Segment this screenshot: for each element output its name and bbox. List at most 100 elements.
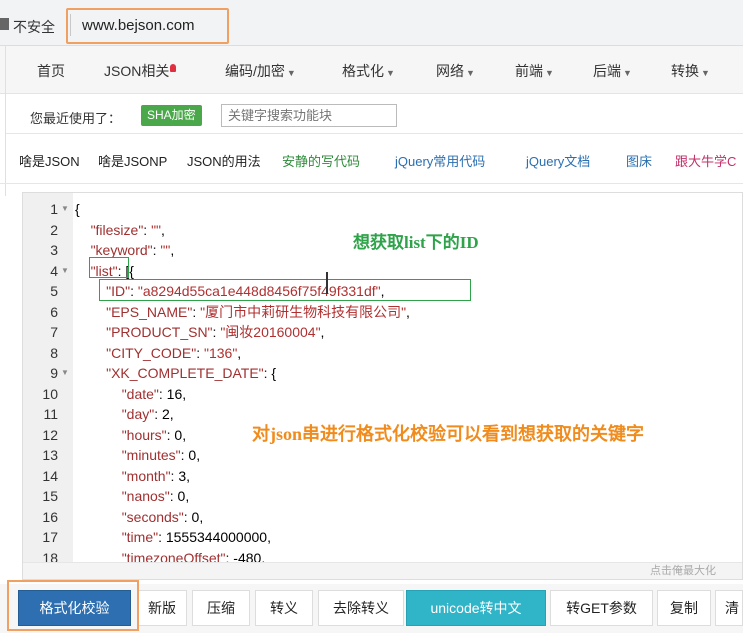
annotation-get-id: 想获取list下的ID: [353, 233, 479, 252]
nav-label: 前端: [515, 63, 543, 79]
code-line: 7 "PRODUCT_SN": "闽妆20160004",: [23, 322, 742, 343]
code-line: 6 "EPS_NAME": "厦门市中莉研生物科技有限公司",: [23, 302, 742, 323]
code-line: 16 "seconds": 0,: [23, 507, 742, 528]
horizontal-scrollbar[interactable]: [23, 562, 742, 579]
quick-link[interactable]: 跟大牛学C: [675, 151, 736, 170]
text-cursor: [326, 272, 328, 294]
code-text: "filesize": "",: [90, 221, 165, 238]
annotation-format-check: 对json串进行格式化校验可以看到想获取的关键字: [252, 424, 645, 444]
code-text: "EPS_NAME": "厦门市中莉研生物科技有限公司",: [106, 303, 410, 320]
line-number: 17: [42, 529, 58, 545]
line-number: 2: [50, 221, 58, 238]
escape-button[interactable]: 转义: [255, 590, 313, 626]
code-line: 4 ▼ "list": [{: [23, 261, 742, 282]
line-number: 3: [50, 242, 58, 258]
main-nav: 首页 JSON相关 编码/加密 ▼ 格式化 ▼ 网络 ▼ 前端 ▼ 后端 ▼ 转换 ▼: [0, 46, 743, 94]
nav-item-convert[interactable]: 转换 ▼: [671, 61, 710, 81]
recent-badge[interactable]: SHA加密: [141, 105, 202, 126]
code-line: 9 ▼ "XK_COMPLETE_DATE": {: [23, 363, 742, 384]
fold-toggle-icon[interactable]: ▼: [61, 199, 69, 220]
code-line: 10 "date": 16,: [23, 384, 742, 405]
line-number: 1: [50, 201, 58, 217]
compress-button[interactable]: 压缩: [192, 590, 250, 626]
nav-label: 首页: [37, 63, 65, 79]
nav-label: JSON相关: [104, 63, 170, 79]
line-number: 8: [50, 344, 58, 361]
nav-label: 格式化: [342, 63, 384, 79]
info-icon[interactable]: [0, 18, 9, 30]
code-text: "month": 3,: [121, 467, 191, 484]
list-key-highlight: [89, 257, 129, 278]
nav-item-home[interactable]: 首页: [37, 61, 65, 81]
code-line: 14 "month": 3,: [23, 466, 742, 487]
clear-button[interactable]: 清: [715, 590, 743, 626]
line-number: 10: [42, 385, 58, 402]
code-line: 17 "time": 1555344000000,: [23, 527, 742, 548]
security-label[interactable]: 不安全: [13, 17, 55, 37]
maximize-hint[interactable]: 点击俺最大化: [650, 562, 716, 578]
new-version-button[interactable]: 新版: [137, 590, 187, 626]
line-number: 16: [42, 508, 58, 525]
unicode-to-chinese-button[interactable]: unicode转中文: [406, 590, 546, 626]
line-number: 15: [42, 488, 58, 504]
code-text: "time": 1555344000000,: [121, 529, 271, 545]
chevron-down-icon: ▼: [623, 68, 632, 78]
nav-item-frontend[interactable]: 前端 ▼: [515, 61, 554, 81]
chevron-down-icon: ▼: [386, 68, 395, 78]
to-get-params-button[interactable]: 转GET参数: [550, 590, 653, 626]
line-number: 6: [50, 303, 58, 320]
code-line: 1 ▼ {: [23, 199, 742, 220]
unescape-button[interactable]: 去除转义: [318, 590, 404, 626]
search-input[interactable]: [221, 104, 397, 127]
chevron-down-icon: ▼: [466, 68, 475, 78]
nav-label: 编码/加密: [225, 63, 285, 79]
line-number: 9: [50, 365, 58, 381]
line-number: 12: [42, 426, 58, 443]
code-text: "date": 16,: [121, 385, 187, 402]
chevron-down-icon: ▼: [286, 68, 296, 78]
code-text: "PRODUCT_SN": "闽妆20160004",: [106, 324, 325, 340]
code-text: "seconds": 0,: [121, 508, 204, 525]
url-text[interactable]: www.bejson.com: [82, 17, 195, 34]
chevron-down-icon: ▼: [545, 68, 554, 78]
format-button-highlight: [7, 580, 139, 631]
code-text: "XK_COMPLETE_DATE": {: [106, 365, 277, 381]
code-text: "hours": 0,: [121, 426, 187, 443]
line-number: 7: [50, 324, 58, 340]
recent-bar: 您最近使用了： SHA加密: [6, 96, 743, 134]
code-text: "nanos": 0,: [121, 488, 190, 504]
fold-toggle-icon[interactable]: ▼: [61, 363, 69, 384]
fold-toggle-icon[interactable]: ▼: [61, 261, 69, 282]
nav-item-format[interactable]: 格式化 ▼: [342, 61, 395, 81]
quick-link[interactable]: jQuery文档: [526, 151, 590, 170]
code-line: 13 "minutes": 0,: [23, 445, 742, 466]
quick-link[interactable]: JSON的用法: [187, 151, 261, 170]
nav-item-backend[interactable]: 后端 ▼: [593, 61, 632, 81]
quick-link[interactable]: 安静的写代码: [282, 151, 360, 170]
chevron-down-icon: ▼: [701, 68, 710, 78]
browser-address-bar: 不安全 www.bejson.com: [0, 0, 743, 46]
nav-item-network[interactable]: 网络 ▼: [436, 61, 475, 81]
id-line-highlight: [99, 279, 471, 301]
nav-label: 转换: [671, 63, 699, 79]
copy-button[interactable]: 复制: [657, 590, 711, 626]
line-number: 11: [43, 406, 58, 422]
line-number: 13: [42, 447, 58, 463]
line-number: 5: [50, 283, 58, 299]
nav-item-json[interactable]: JSON相关: [104, 61, 177, 81]
nav-label: 后端: [593, 63, 621, 79]
code-line: 8 "CITY_CODE": "136",: [23, 343, 742, 364]
quick-link[interactable]: 啥是JSONP: [98, 151, 167, 170]
code-line: 15 "nanos": 0,: [23, 486, 742, 507]
line-number: 4: [50, 262, 58, 279]
recent-label: 您最近使用了：: [30, 111, 122, 126]
code-text: "day": 2,: [121, 406, 174, 422]
hot-icon: [170, 64, 177, 72]
code-text: "CITY_CODE": "136",: [106, 344, 242, 361]
nav-item-encode[interactable]: 编码/加密 ▼: [225, 61, 296, 81]
quick-link[interactable]: 图床: [626, 151, 652, 170]
quick-link[interactable]: jQuery常用代码: [395, 151, 485, 170]
nav-label: 网络: [436, 63, 464, 79]
quick-links: 啥是JSON 啥是JSONP JSON的用法 安静的写代码 jQuery常用代码…: [0, 134, 743, 184]
quick-link[interactable]: 啥是JSON: [19, 151, 80, 170]
